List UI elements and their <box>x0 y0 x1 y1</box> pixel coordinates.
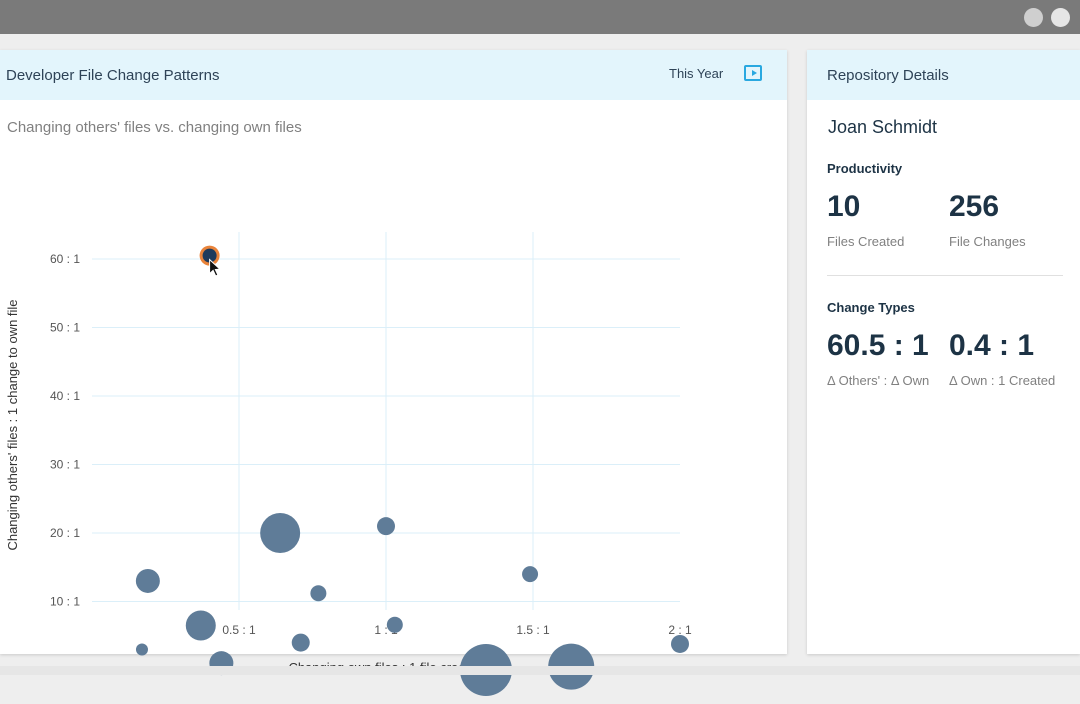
date-range-picker-icon[interactable] <box>744 65 762 81</box>
y-tick-label: 10 : 1 <box>50 595 80 609</box>
others-own-ratio-value: 60.5 : 1 <box>827 329 929 362</box>
panel-header: Developer File Change Patterns This Year <box>0 50 787 100</box>
bubble[interactable] <box>671 634 689 653</box>
developer-name: Joan Schmidt <box>828 117 938 137</box>
file-change-patterns-panel: Developer File Change Patterns This Year… <box>0 50 787 696</box>
bubble[interactable] <box>135 643 148 656</box>
window-titlebar <box>0 0 1080 34</box>
y-tick-label: 20 : 1 <box>50 526 80 540</box>
bubble[interactable] <box>135 568 160 593</box>
x-tick-label: 0.5 : 1 <box>222 623 256 637</box>
change-types-heading: Change Types <box>827 300 915 315</box>
bottom-edge <box>0 666 1080 675</box>
panel-header: Repository Details <box>807 50 1080 100</box>
y-tick-label: 50 : 1 <box>50 321 80 335</box>
bubble[interactable] <box>310 585 327 602</box>
x-tick-label: 2 : 1 <box>668 623 692 637</box>
date-range-label[interactable]: This Year <box>669 66 723 81</box>
y-tick-label: 40 : 1 <box>50 389 80 403</box>
others-own-ratio-label: Δ Others' : Δ Own <box>827 373 930 388</box>
bubble[interactable] <box>291 633 310 652</box>
bubble[interactable] <box>377 517 395 536</box>
bubble[interactable] <box>260 513 301 553</box>
panel-title: Repository Details <box>827 67 949 84</box>
file-changes-label: File Changes <box>949 234 1026 249</box>
x-tick-label: 1.5 : 1 <box>516 623 550 637</box>
panel-title: Developer File Change Patterns <box>6 67 220 84</box>
y-tick-label: 60 : 1 <box>50 252 80 266</box>
section-divider <box>827 275 1063 276</box>
files-created-value: 10 <box>827 190 861 223</box>
window-minimize-button[interactable] <box>1024 8 1043 27</box>
y-axis-title: Changing others' files : 1 change to own… <box>5 299 20 550</box>
window-close-button[interactable] <box>1051 8 1070 27</box>
file-changes-value: 256 <box>949 190 1000 223</box>
own-created-ratio-value: 0.4 : 1 <box>949 329 1035 362</box>
bubble[interactable] <box>185 610 216 641</box>
own-created-ratio-label: Δ Own : 1 Created <box>949 373 1056 388</box>
productivity-heading: Productivity <box>827 161 903 176</box>
repository-details-panel: Repository Details Joan Schmidt Producti… <box>807 50 1080 654</box>
bubble-chart: 10 : 1 20 : 1 30 : 1 40 : 1 50 : 1 60 : 1 0.5 … <box>5 232 692 696</box>
bubble[interactable] <box>522 566 539 583</box>
y-tick-label: 30 : 1 <box>50 458 80 472</box>
files-created-label: Files Created <box>827 234 905 249</box>
bubble[interactable] <box>386 616 403 633</box>
